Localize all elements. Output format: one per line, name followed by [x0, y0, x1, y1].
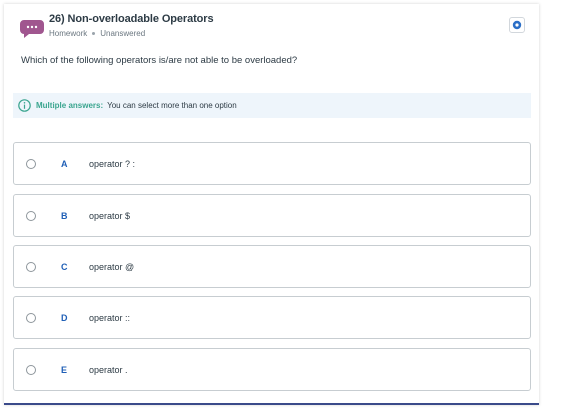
radio-button[interactable] — [26, 312, 36, 323]
separator-dot — [92, 32, 96, 35]
info-label: Multiple answers: — [36, 101, 104, 110]
option-letter: A — [61, 158, 68, 169]
option-text: operator . — [89, 364, 128, 375]
option-letter: D — [61, 312, 68, 323]
answer-option-b[interactable]: B operator $ — [13, 194, 531, 237]
info-text: You can select more than one option — [107, 101, 237, 110]
option-text: operator ? : — [89, 158, 136, 169]
answer-option-a[interactable]: A operator ? : — [13, 142, 531, 185]
answer-option-e[interactable]: E operator . — [13, 348, 531, 391]
multiple-answers-banner: Multiple answers: You can select more th… — [13, 93, 531, 118]
radio-button[interactable] — [26, 364, 36, 375]
answer-option-c[interactable]: C operator @ — [13, 245, 531, 288]
option-text: operator @ — [89, 261, 135, 272]
chat-bubble-icon — [20, 19, 44, 39]
radio-button[interactable] — [26, 158, 36, 169]
option-letter: B — [61, 210, 68, 221]
status-label: Unanswered — [100, 29, 146, 38]
option-letter: E — [61, 364, 68, 375]
answer-option-d[interactable]: D operator :: — [13, 296, 531, 339]
bookmark-icon — [512, 20, 522, 30]
option-text: operator $ — [89, 210, 131, 221]
question-card: 26) Non-overloadable Operators Homework … — [4, 4, 539, 405]
option-text: operator :: — [89, 312, 131, 323]
question-text: Which of the following operators is/are … — [21, 55, 298, 66]
bookmark-button[interactable] — [509, 17, 525, 33]
radio-button[interactable] — [26, 210, 36, 221]
question-meta: Homework Unanswered — [49, 29, 145, 38]
option-letter: C — [61, 261, 68, 272]
question-title: 26) Non-overloadable Operators — [49, 13, 214, 25]
info-icon — [18, 99, 31, 112]
radio-button[interactable] — [26, 261, 36, 272]
category-label: Homework — [49, 29, 88, 38]
